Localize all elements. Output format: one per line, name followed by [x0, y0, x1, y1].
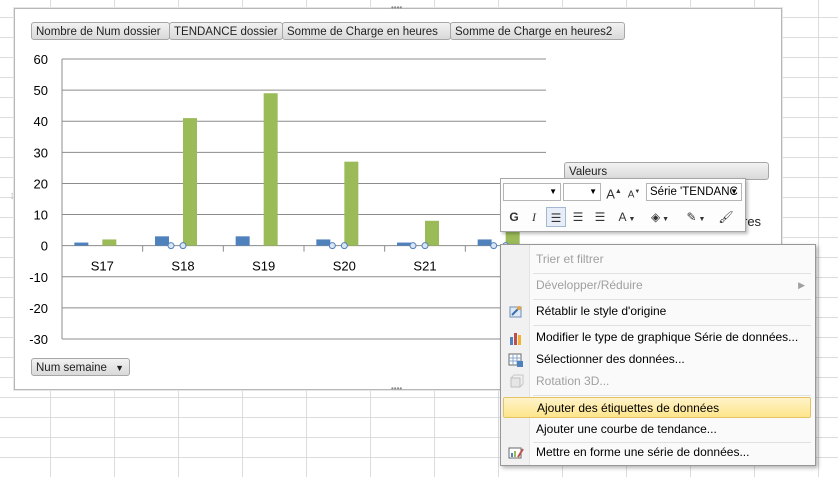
selection-handle-icon: [328, 242, 336, 250]
y-tick-label: 0: [41, 239, 48, 254]
menu-item-trier-filtrer[interactable]: Trier et filtrer: [503, 249, 811, 270]
series-selector-value: Série 'TENDANC: [650, 186, 738, 198]
selection-handle-icon: [409, 242, 417, 250]
y-tick-label: -20: [29, 301, 48, 316]
bar-series-1: [397, 242, 411, 246]
reset-style-icon: [509, 306, 522, 318]
chevron-down-icon: ▼: [549, 187, 557, 196]
context-menu: Trier et filtrer Développer/Réduire ▶ Ré…: [500, 244, 816, 466]
selection-handle-icon: [167, 242, 175, 250]
menu-item-label: Développer/Réduire: [536, 278, 643, 292]
outline-color-button[interactable]: ✎ ▼: [679, 207, 713, 227]
x-tick-label: S18: [171, 259, 194, 274]
y-tick-label: 40: [34, 114, 48, 129]
chevron-down-icon: ▼: [589, 187, 597, 196]
mini-toolbar: ▼ ▼ A▲ A▼ Série 'TENDANC ▼ G I ☰ ☰ ☰ A ▼…: [500, 178, 746, 232]
fill-color-button[interactable]: ◈ ▼: [645, 207, 675, 227]
menu-item-label: Mettre en forme une série de données...: [536, 445, 750, 459]
font-color-icon: A: [618, 210, 627, 224]
menu-item-label: Sélectionner des données...: [536, 352, 685, 366]
align-center-icon: ☰: [572, 210, 584, 224]
align-right-icon: ☰: [594, 210, 606, 224]
y-tick-label: 20: [34, 176, 48, 191]
menu-separator: [533, 299, 811, 300]
y-tick-label: -10: [29, 270, 48, 285]
selection-handle-icon: [490, 242, 498, 250]
brush-icon: 🖌: [718, 210, 734, 224]
bold-button[interactable]: G: [505, 207, 523, 227]
paint-bucket-icon: ◈: [650, 210, 661, 224]
font-name-combo[interactable]: ▼: [503, 183, 561, 201]
bar-series-2: [263, 93, 278, 246]
menu-item-label: Trier et filtrer: [536, 252, 604, 266]
series-selector-combo[interactable]: Série 'TENDANC ▼: [646, 183, 742, 201]
selection-handle-icon: [179, 242, 187, 250]
y-tick-label: 50: [34, 83, 48, 98]
bar-series-1: [155, 236, 169, 246]
menu-item-label: Rotation 3D...: [536, 374, 610, 388]
menu-item-label: Ajouter une courbe de tendance...: [536, 422, 717, 436]
menu-item-rotation-3d[interactable]: Rotation 3D...: [503, 371, 811, 392]
shrink-font-button[interactable]: A▼: [625, 182, 643, 202]
bar-series-2: [183, 118, 197, 246]
y-tick-label: 60: [34, 52, 48, 67]
bar-series-2: [102, 239, 117, 246]
menu-item-label: Ajouter des étiquettes de données: [537, 401, 720, 415]
y-tick-label: -30: [29, 332, 48, 347]
align-center-button[interactable]: ☰: [568, 207, 588, 227]
bar-series-1: [235, 236, 250, 246]
font-color-button[interactable]: A ▼: [615, 207, 639, 227]
selection-handle-icon: [340, 242, 348, 250]
bar-series-2: [344, 161, 359, 246]
align-right-button[interactable]: ☰: [590, 207, 610, 227]
selection-handle-icon: [421, 242, 429, 250]
chevron-down-icon: ▼: [730, 187, 738, 196]
menu-item-mettre-en-forme-serie[interactable]: Mettre en forme une série de données...: [503, 442, 811, 463]
menu-item-selectionner-donnees[interactable]: Sélectionner des données...: [503, 349, 811, 370]
format-series-icon: [508, 447, 524, 459]
menu-item-modifier-type-graphique[interactable]: Modifier le type de graphique Série de d…: [503, 327, 811, 348]
menu-item-label: Rétablir le style d'origine: [536, 304, 667, 318]
select-data-icon: [508, 353, 523, 367]
y-tick-label: 10: [34, 208, 48, 223]
menu-item-ajouter-courbe-tendance[interactable]: Ajouter une courbe de tendance...: [503, 419, 811, 440]
grow-font-icon: A: [606, 186, 615, 202]
submenu-arrow-icon: ▶: [798, 280, 805, 290]
bar-series-1: [74, 242, 89, 246]
menu-separator: [533, 325, 811, 326]
menu-item-developper-reduire[interactable]: Développer/Réduire ▶: [503, 275, 811, 296]
menu-item-ajouter-etiquettes[interactable]: Ajouter des étiquettes de données: [503, 397, 811, 418]
chart-type-icon: [510, 333, 521, 345]
menu-item-retablir-style[interactable]: Rétablir le style d'origine: [503, 301, 811, 322]
x-tick-label: S17: [91, 259, 114, 274]
x-tick-label: S21: [413, 259, 436, 274]
bar-series-1: [316, 239, 331, 246]
bar-series-1: [477, 239, 492, 246]
y-tick-label: 30: [34, 145, 48, 160]
menu-separator: [533, 395, 811, 396]
x-tick-label: S19: [252, 259, 275, 274]
font-size-combo[interactable]: ▼: [563, 183, 601, 201]
align-left-icon: ☰: [550, 211, 562, 225]
rotation-3d-icon: [510, 374, 524, 388]
grow-font-button[interactable]: A▲: [605, 182, 623, 202]
menu-item-label: Modifier le type de graphique Série de d…: [536, 330, 799, 344]
align-left-button[interactable]: ☰: [546, 207, 566, 227]
bar-series-2: [425, 220, 439, 246]
x-tick-label: S20: [333, 259, 356, 274]
menu-separator: [533, 273, 811, 274]
italic-button[interactable]: I: [525, 207, 543, 227]
pen-outline-icon: ✎: [686, 210, 697, 224]
format-painter-button[interactable]: 🖌: [715, 207, 737, 227]
